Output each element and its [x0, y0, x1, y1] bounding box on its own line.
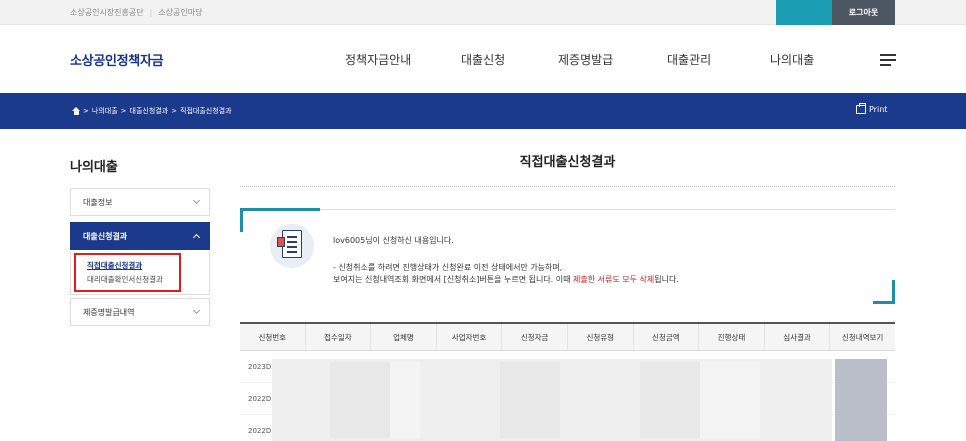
notice-box: lov6005님이 신청하신 내용입니다. - 신청취소를 하려면 진행상태가 …: [240, 208, 895, 304]
col-header: 사업자번호: [437, 324, 503, 350]
breadcrumb-separator: >: [120, 107, 127, 115]
page-title: 직접대출신청결과: [519, 155, 616, 170]
corner-accent: [892, 280, 895, 304]
notice-border: [320, 209, 895, 210]
sidebar-item-apply-result[interactable]: 대출신청결과: [70, 222, 210, 250]
utility-bar: 소상공인시장진흥공단 | 소상공인마당 로그아웃: [0, 0, 966, 25]
document-icon: [277, 230, 302, 258]
sidebar-item-label: 제증명발급내역: [83, 307, 135, 317]
notice-delete-line: 보여지는 신청내역조회 화면에서 [신청취소]버튼을 누르면 됩니다. 이때 제…: [333, 275, 679, 284]
utility-accent-button[interactable]: [776, 0, 832, 25]
printer-icon: [856, 103, 866, 114]
notice-cancel-line: - 신청취소를 하려면 진행상태가 신청완료 이전 상태에서만 가능하며,: [333, 263, 563, 272]
sidebar-item-label: 대출신청결과: [83, 231, 128, 241]
chevron-up-icon: [192, 233, 201, 242]
nav-my-loans[interactable]: 나의대출: [770, 51, 814, 68]
col-header: 진행상태: [699, 324, 765, 350]
sidebar-item-label: 대출정보: [83, 197, 113, 207]
notice-warning: 제출한 서류도 모두 삭제: [573, 275, 655, 284]
sidebar-title: 나의대출: [70, 160, 118, 175]
col-header: 업체명: [371, 324, 437, 350]
redacted-area: [500, 362, 560, 438]
utility-links: 소상공인시장진흥공단 | 소상공인마당: [70, 7, 202, 18]
chevron-down-icon: [192, 196, 201, 205]
redacted-area: [390, 362, 420, 438]
highlight-box: [74, 253, 181, 292]
site-logo[interactable]: 소상공인정책자금: [70, 50, 164, 69]
logout-button[interactable]: 로그아웃: [832, 0, 895, 25]
breadcrumb: > 나의대출 > 대출신청결과 > 직접대출신청결과: [72, 106, 232, 116]
table-header: 신청번호 접수일자 업체명 사업자번호 신청자금 신청유형 신청금액 진행상태 …: [240, 324, 895, 351]
corner-accent: [240, 208, 320, 211]
col-header: 신청자금: [502, 324, 568, 350]
breadcrumb-separator: >: [83, 107, 89, 115]
site-header: 소상공인정책자금 정책자금안내 대출신청 제증명발급 대출관리 나의대출: [0, 25, 966, 93]
notice-user-line: lov6005님이 신청하신 내용입니다.: [333, 236, 454, 245]
nav-policy-info[interactable]: 정책자금안내: [345, 51, 411, 68]
redacted-area: [640, 362, 700, 438]
nav-loan-management[interactable]: 대출관리: [667, 51, 711, 68]
home-icon[interactable]: [72, 107, 80, 115]
link-separator: |: [149, 8, 153, 17]
link-sbiz[interactable]: 소상공인마당: [158, 7, 202, 18]
col-header: 신청내역보기: [841, 332, 884, 342]
redacted-area: [700, 362, 760, 438]
col-header: 접수일자: [306, 324, 372, 350]
print-button[interactable]: Print: [856, 103, 888, 114]
breadcrumb-my-loans[interactable]: 나의대출: [92, 106, 118, 116]
sidebar-item-loan-info[interactable]: 대출정보: [70, 188, 210, 216]
divider: [240, 186, 895, 187]
sidebar-item-certificates[interactable]: 제증명발급내역: [70, 298, 210, 326]
link-semas[interactable]: 소상공인시장진흥공단: [70, 7, 144, 18]
nav-loan-apply[interactable]: 대출신청: [461, 51, 505, 68]
breadcrumb-current: 직접대출신청결과: [180, 107, 232, 115]
col-header: 신청금액: [634, 324, 700, 350]
redacted-area: [330, 362, 390, 438]
menu-icon[interactable]: [880, 54, 896, 66]
col-header: 심사결과: [765, 324, 831, 350]
col-header: 신청번호: [240, 324, 306, 350]
breadcrumb-band: > 나의대출 > 대출신청결과 > 직접대출신청결과 Print: [0, 93, 966, 129]
breadcrumb-apply-result[interactable]: 대출신청결과: [130, 106, 169, 116]
breadcrumb-separator: >: [171, 107, 178, 115]
print-label: Print: [869, 105, 888, 114]
chevron-down-icon: [192, 306, 201, 315]
col-header: 신청유형: [568, 324, 634, 350]
nav-certificates[interactable]: 제증명발급: [558, 51, 613, 68]
corner-accent: [240, 208, 243, 232]
redacted-view-buttons: [835, 359, 887, 441]
